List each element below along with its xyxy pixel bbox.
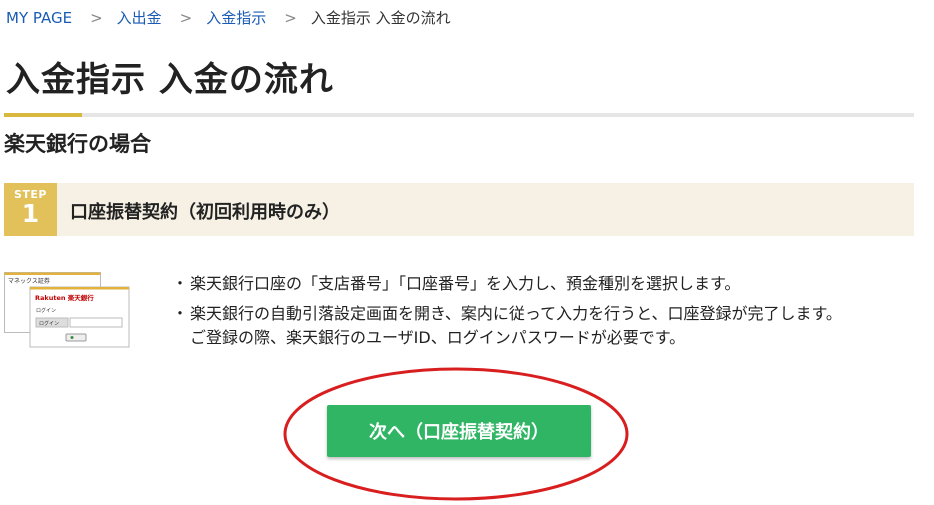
page-title: 入金指示 入金の流れ [6, 60, 334, 100]
step-header: STEP 1 口座振替契約（初回利用時のみ） [4, 183, 914, 236]
bank-login-screenshot: マネックス証券 Rakuten 楽天銀行 ログイン ログイン [4, 272, 130, 348]
list-item-line: ご登録の際、楽天銀行のユーザID、ログインパスワードが必要です。 [190, 328, 686, 347]
breadcrumb-link-deposit-instruction[interactable]: 入金指示 [206, 7, 266, 28]
thumb-login-label: ログイン [39, 320, 59, 327]
section-heading: 楽天銀行の場合 [4, 132, 151, 156]
bullet-mark: ・ [172, 304, 189, 323]
next-account-transfer-button[interactable]: 次へ（口座振替契約） [327, 405, 591, 457]
breadcrumb-link-mypage[interactable]: MY PAGE [6, 9, 72, 27]
bullet-mark: ・ [172, 274, 189, 293]
list-item-line: 楽天銀行の自動引落設定画面を開き、案内に従って入力を行うと、口座登録が完了します… [190, 304, 842, 323]
step-title: 口座振替契約（初回利用時のみ） [70, 202, 340, 223]
list-item: ・ 楽天銀行の自動引落設定画面を開き、案内に従って入力を行うと、口座登録が完了し… [172, 302, 912, 350]
breadcrumb-separator: > [284, 8, 297, 27]
breadcrumb-current: 入金指示 入金の流れ [310, 9, 451, 27]
instruction-list: ・ 楽天銀行口座の「支店番号」「口座番号」を入力し、預金種別を選択します。 ・ … [172, 272, 912, 356]
breadcrumb-link-deposit-withdrawal[interactable]: 入出金 [117, 7, 162, 28]
thumb-login-caption: ログイン [36, 307, 56, 314]
list-item: ・ 楽天銀行口座の「支店番号」「口座番号」を入力し、預金種別を選択します。 [172, 272, 912, 296]
list-item-text: 楽天銀行口座の「支店番号」「口座番号」を入力し、預金種別を選択します。 [190, 274, 741, 293]
title-underline-accent [4, 113, 82, 117]
thumb-bank-logo: Rakuten 楽天銀行 [35, 293, 94, 302]
breadcrumb-separator: > [179, 8, 193, 27]
list-item-text: 楽天銀行の自動引落設定画面を開き、案内に従って入力を行うと、口座登録が完了します… [190, 302, 842, 350]
breadcrumb-separator: > [90, 8, 103, 27]
step-number: 1 [21, 199, 40, 228]
thumb-header-text: マネックス証券 [8, 277, 50, 285]
title-underline [4, 113, 914, 117]
step-badge: STEP 1 [4, 183, 57, 236]
breadcrumb: MY PAGE > 入出金 > 入金指示 > 入金指示 入金の流れ [6, 7, 451, 28]
